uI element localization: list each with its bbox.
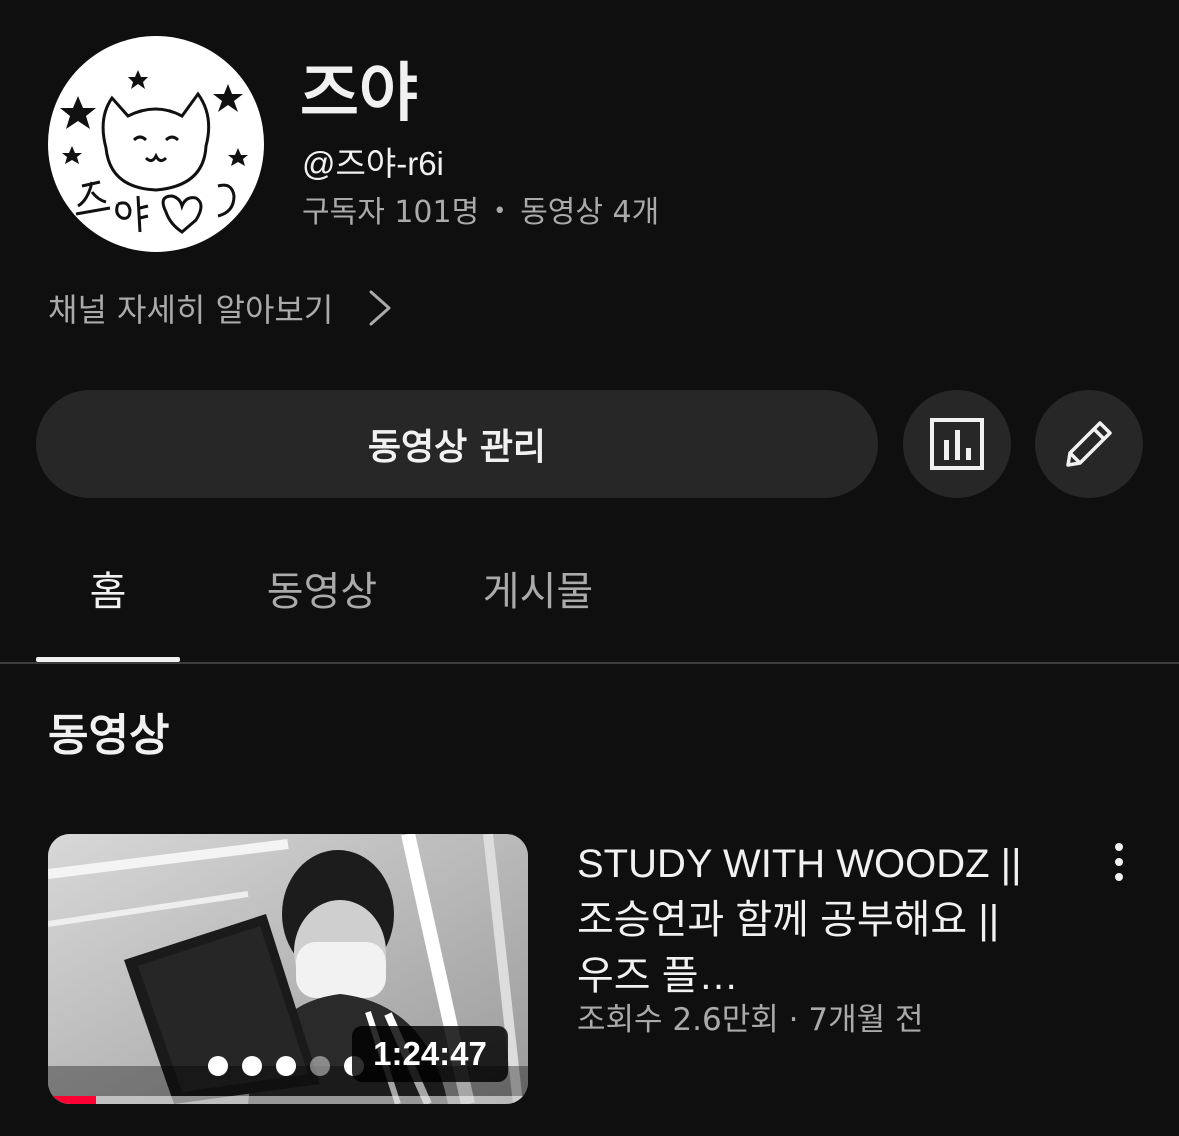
add-call-icon bbox=[310, 1056, 330, 1076]
channel-name: 즈야 bbox=[300, 57, 418, 131]
video-views: 조회수 2.6만회 bbox=[577, 1002, 779, 1038]
cat-avatar-illustration bbox=[60, 70, 248, 234]
keypad-icon bbox=[276, 1056, 296, 1076]
manage-videos-label: 동영상 관리 bbox=[367, 427, 547, 468]
subscriber-count: 구독자 101명 bbox=[302, 195, 480, 230]
edit-channel-button[interactable] bbox=[1035, 390, 1143, 498]
video-age: 7개월 전 bbox=[808, 1002, 924, 1038]
tab-home[interactable]: 홈 bbox=[36, 560, 180, 624]
manage-videos-button[interactable]: 동영상 관리 bbox=[36, 390, 878, 498]
thumbnail-call-controls bbox=[208, 1056, 364, 1076]
channel-stats: 구독자 101명 • 동영상 4개 bbox=[302, 192, 659, 233]
videos-section-title: 동영상 bbox=[48, 710, 170, 761]
stats-separator: • bbox=[493, 199, 507, 224]
video-count: 동영상 4개 bbox=[520, 195, 660, 230]
bar-chart-icon bbox=[930, 418, 984, 470]
video-duration: 1:24:47 bbox=[352, 1026, 508, 1082]
video-thumbnail[interactable]: 1:24:47 bbox=[48, 834, 528, 1104]
watch-progress-track bbox=[48, 1096, 528, 1104]
video-meta-separator: · bbox=[788, 1002, 799, 1038]
channel-handle: @즈야-r6i bbox=[302, 145, 444, 182]
watch-progress-fill bbox=[48, 1096, 96, 1104]
video-meta: 조회수 2.6만회 · 7개월 전 bbox=[577, 998, 923, 1042]
tabs-divider bbox=[0, 662, 1179, 664]
video-title[interactable]: STUDY WITH WOODZ || 조승연과 함께 공부해요 || 우즈 플… bbox=[577, 836, 1047, 1004]
more-vertical-icon bbox=[1115, 843, 1123, 881]
chevron-right-icon bbox=[369, 290, 391, 326]
pencil-icon bbox=[1066, 421, 1112, 467]
tab-videos[interactable]: 동영상 bbox=[250, 560, 394, 624]
channel-about-link[interactable]: 채널 자세히 알아보기 bbox=[48, 284, 393, 332]
analytics-button[interactable] bbox=[903, 390, 1011, 498]
channel-about-label: 채널 자세히 알아보기 bbox=[48, 291, 334, 329]
camera-icon bbox=[242, 1056, 262, 1076]
video-more-button[interactable] bbox=[1098, 838, 1140, 886]
speaker-icon bbox=[208, 1056, 228, 1076]
channel-avatar[interactable] bbox=[48, 36, 264, 252]
tab-posts[interactable]: 게시물 bbox=[466, 560, 610, 624]
